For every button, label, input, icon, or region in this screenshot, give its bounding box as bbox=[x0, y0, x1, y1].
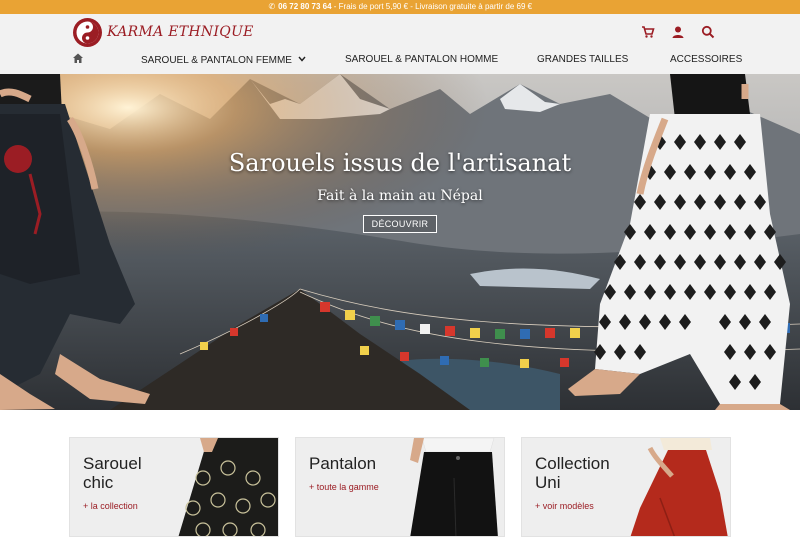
nav-sarouel-pantalon-homme[interactable]: SAROUEL & PANTALON HOMME bbox=[345, 54, 498, 66]
card-link[interactable]: + toute la gamme bbox=[309, 482, 379, 492]
site-logo-text[interactable]: KARMA ETHNIQUE bbox=[107, 24, 254, 40]
card-title: Sarouel chic bbox=[83, 454, 142, 492]
chevron-down-icon bbox=[298, 54, 306, 66]
phone-icon: ✆ bbox=[268, 2, 276, 11]
home-icon[interactable] bbox=[72, 52, 84, 64]
nav-accessoires[interactable]: ACCESSOIRES bbox=[670, 54, 742, 66]
nav-sarouel-pantalon-femme[interactable]: SAROUEL & PANTALON FEMME bbox=[141, 54, 306, 67]
user-icon[interactable] bbox=[671, 25, 685, 39]
search-icon[interactable] bbox=[701, 25, 715, 39]
card-title: Collection Uni bbox=[535, 454, 610, 492]
card-photo-pantalon bbox=[410, 438, 498, 536]
card-photo-collection-uni bbox=[630, 438, 728, 536]
category-card-sarouel-chic[interactable]: Sarouel chic + la collection bbox=[69, 437, 279, 537]
hero-mountain-image bbox=[0, 74, 800, 410]
discover-button[interactable]: DÉCOUVRIR bbox=[363, 215, 437, 233]
nav-grandes-tailles[interactable]: GRANDES TAILLES bbox=[537, 54, 628, 66]
site-header: KARMA ETHNIQUE SAROUEL & PANTALON FEMME … bbox=[0, 14, 800, 74]
card-photo-sarouel bbox=[178, 438, 278, 536]
card-link[interactable]: + la collection bbox=[83, 501, 138, 511]
category-card-collection-uni[interactable]: Collection Uni + voir modèles bbox=[521, 437, 731, 537]
shipping-info: - Frais de port 5,90 € - Livraison gratu… bbox=[331, 2, 533, 11]
cart-icon[interactable] bbox=[641, 25, 655, 39]
main-navigation: SAROUEL & PANTALON FEMME SAROUEL & PANTA… bbox=[0, 50, 800, 74]
nav-label: SAROUEL & PANTALON FEMME bbox=[141, 55, 292, 66]
hero-banner: Sarouels issus de l'artisanat Fait à la … bbox=[0, 74, 800, 410]
phone-number[interactable]: 06 72 80 73 64 bbox=[278, 2, 331, 11]
hero-title: Sarouels issus de l'artisanat bbox=[228, 149, 572, 177]
yin-yang-logo-icon[interactable] bbox=[73, 18, 102, 47]
card-link[interactable]: + voir modèles bbox=[535, 501, 594, 511]
card-title: Pantalon bbox=[309, 454, 377, 473]
hero-subtitle: Fait à la main au Népal bbox=[317, 188, 483, 204]
category-card-pantalon[interactable]: Pantalon + toute la gamme bbox=[295, 437, 505, 537]
top-info-bar: ✆ 06 72 80 73 64 - Frais de port 5,90 € … bbox=[0, 0, 800, 14]
